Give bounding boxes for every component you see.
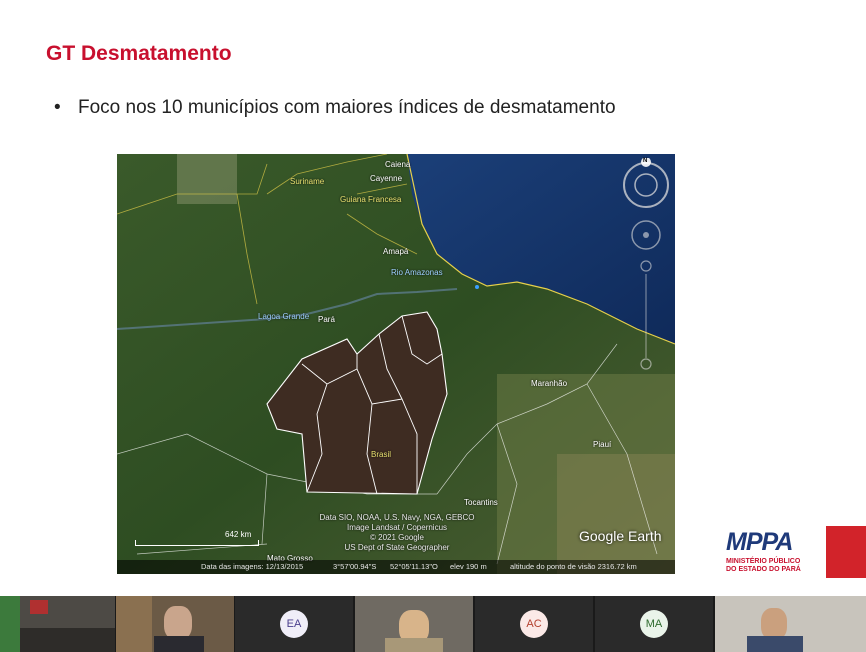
participant-tile[interactable] — [715, 596, 866, 652]
compass-icon[interactable] — [620, 158, 672, 378]
map-credits: Data SIO, NOAA, U.S. Navy, NGA, GEBCO Im… — [307, 513, 487, 553]
video-background — [116, 596, 152, 652]
participant-avatar: AC — [520, 610, 548, 638]
scale-label: 642 km — [225, 530, 252, 539]
map-label-caiena: Caiena — [385, 160, 411, 169]
flag-graphic — [0, 596, 20, 652]
map-label-amapa: Amapá — [383, 247, 409, 256]
participant-strip: EA AC MA — [0, 596, 866, 652]
emblem-graphic — [30, 600, 48, 614]
map-label-piaui: Piauí — [593, 440, 612, 449]
google-earth-map[interactable]: Caiena Cayenne Suriname Guiana Francesa … — [117, 154, 675, 574]
participant-avatar: MA — [640, 610, 668, 638]
participant-body — [154, 636, 204, 652]
map-label-suriname: Suriname — [290, 177, 325, 186]
participant-tile[interactable] — [116, 596, 234, 652]
participant-body — [385, 638, 443, 652]
map-label-brasil: Brasil — [371, 450, 392, 459]
elevation-readout: elev 190 m — [450, 562, 487, 571]
logo-wordmark: MPPA — [726, 528, 793, 556]
credit-line: Image Landsat / Copernicus — [346, 523, 448, 532]
bullet-text: Foco nos 10 municípios com maiores índic… — [78, 97, 616, 118]
map-label-maranhao: Maranhão — [531, 379, 568, 388]
participant-tile[interactable] — [355, 596, 473, 652]
participant-tile[interactable]: EA — [235, 596, 353, 652]
credit-line: Data SIO, NOAA, U.S. Navy, NGA, GEBCO — [319, 513, 475, 522]
longitude-readout: 52°05'11.13"O — [390, 562, 438, 571]
map-label-rio-amazonas: Rio Amazonas — [391, 268, 443, 277]
map-label-guiana-francesa: Guiana Francesa — [340, 195, 402, 204]
credit-line: © 2021 Google — [370, 533, 424, 542]
map-terrain — [117, 154, 675, 574]
logo-subtitle-line2: DO ESTADO DO PARÁ — [726, 566, 801, 573]
logo-subtitle-line1: MINISTÉRIO PÚBLICO — [726, 558, 801, 565]
presentation-slide: GT Desmatamento • Foco nos 10 municípios… — [0, 0, 866, 596]
imagery-date: Data das imagens: 12/13/2015 — [201, 562, 304, 571]
participant-face — [164, 606, 192, 640]
map-label-cayenne: Cayenne — [370, 174, 403, 183]
compass-north-label: N — [643, 158, 648, 164]
slide-title: GT Desmatamento — [46, 42, 232, 65]
bullet-dot: • — [54, 97, 61, 118]
eye-altitude-readout: altitude do ponto de visão 2316.72 km — [510, 562, 637, 571]
map-status-bar: Data das imagens: 12/13/2015 3°57'00.94"… — [117, 560, 675, 574]
map-label-para: Pará — [318, 315, 335, 324]
video-feed — [20, 628, 115, 652]
navigation-controls[interactable]: N — [620, 158, 672, 378]
map-label-lagoa-grande: Lagoa Grande — [258, 312, 310, 321]
latitude-readout: 3°57'00.94"S — [333, 562, 377, 571]
participant-tile[interactable]: AC — [475, 596, 593, 652]
participant-body — [747, 636, 803, 652]
map-label-tocantins: Tocantins — [464, 498, 498, 507]
scale-bar — [135, 540, 259, 546]
participant-avatar: EA — [280, 610, 308, 638]
brand-accent-block — [826, 526, 866, 578]
credit-line: US Dept of State Geographer — [344, 543, 450, 552]
participant-tile[interactable] — [0, 596, 115, 652]
google-earth-logo: Google Earth — [579, 528, 662, 544]
participant-tile[interactable]: MA — [595, 596, 713, 652]
mppa-logo: MPPA MINISTÉRIO PÚBLICO DO ESTADO DO PAR… — [726, 528, 810, 576]
